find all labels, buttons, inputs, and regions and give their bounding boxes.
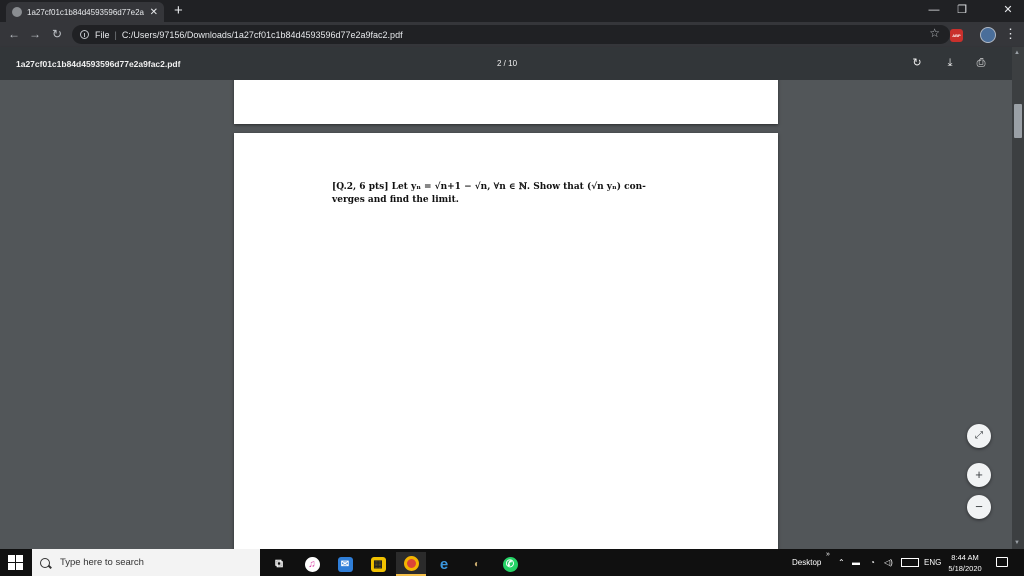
download-icon[interactable]: ⤓ xyxy=(943,56,957,70)
clock-time: 8:44 AM xyxy=(951,553,979,562)
rotate-icon[interactable]: ↻ xyxy=(910,56,924,70)
question-line-1: [Q.2, 6 pts] Let yₙ = √n+1 − √n, ∀n ∈ ℕ.… xyxy=(332,182,646,192)
browser-menu-icon[interactable]: ⋮ xyxy=(1004,26,1017,42)
wifi-icon[interactable]: ◔ xyxy=(870,558,875,567)
edge-icon[interactable]: e xyxy=(429,552,459,576)
tab-title: 1a27cf01c1b84d4593596d77e2a xyxy=(27,7,144,17)
zoom-in-button[interactable]: + xyxy=(967,463,991,487)
tab-strip: 1a27cf01c1b84d4593596d77e2a ✕ + — ❐ ✕ xyxy=(0,0,1024,22)
league-client-icon[interactable]: ◐ xyxy=(462,552,492,576)
minimize-button[interactable]: — xyxy=(924,2,944,18)
toolbar-overflow-icon[interactable]: » xyxy=(826,551,830,558)
print-icon[interactable]: ⎙ xyxy=(974,56,988,70)
zoom-out-button[interactable]: − xyxy=(967,495,991,519)
notification-center-icon[interactable] xyxy=(996,557,1008,567)
question-line-2: verges and find the limit. xyxy=(332,195,459,205)
chrome-icon[interactable] xyxy=(396,552,426,576)
battery-icon[interactable]: ▬ xyxy=(852,558,860,567)
store-icon[interactable]: ▦ xyxy=(363,552,393,576)
windows-start-icon[interactable] xyxy=(8,555,23,570)
language-indicator[interactable]: ENG xyxy=(924,558,941,567)
itunes-icon[interactable]: ♫ xyxy=(297,552,327,576)
show-hidden-icons-icon[interactable]: ⌃ xyxy=(838,558,845,567)
omnibox-separator: | xyxy=(114,29,117,40)
pdf-filename: 1a27cf01c1b84d4593596d77e2a9fac2.pdf xyxy=(16,59,181,69)
scroll-thumb[interactable] xyxy=(1014,104,1022,138)
search-icon xyxy=(40,557,50,568)
clock-date: 5/18/2020 xyxy=(948,564,982,573)
fit-to-page-button[interactable]: ⤢ xyxy=(967,424,991,448)
forward-button[interactable]: → xyxy=(27,26,43,42)
back-button[interactable]: ← xyxy=(6,26,22,42)
address-bar[interactable]: File | C:/Users/97156/Downloads/1a27cf01… xyxy=(72,25,950,44)
restore-button[interactable]: ❐ xyxy=(952,2,972,18)
page-indicator: 2 / 10 xyxy=(497,59,518,68)
windows-taskbar: Type here to search ⧉ ♫ ✉ ▦ e ◐ ✆ Deskto… xyxy=(0,549,1024,576)
question-text: [Q.2, 6 pts] Let yₙ = √n+1 − √n, ∀n ∈ ℕ.… xyxy=(332,181,682,207)
taskbar-clock[interactable]: 8:44 AM 5/18/2020 xyxy=(944,552,986,574)
pdf-page-1 xyxy=(234,80,778,124)
task-view-icon[interactable]: ⧉ xyxy=(264,552,294,576)
tab-close-button[interactable]: ✕ xyxy=(150,7,158,18)
close-window-button[interactable]: ✕ xyxy=(998,2,1018,18)
scroll-up-arrow-icon[interactable]: ▲ xyxy=(1014,50,1020,56)
scroll-down-arrow-icon[interactable]: ▼ xyxy=(1014,540,1020,546)
bookmark-star-icon[interactable]: ☆ xyxy=(929,26,940,40)
vertical-scrollbar[interactable]: ▲ ▼ xyxy=(1012,47,1024,549)
mail-icon[interactable]: ✉ xyxy=(330,552,360,576)
browser-tab[interactable]: 1a27cf01c1b84d4593596d77e2a ✕ xyxy=(6,2,164,22)
new-tab-button[interactable]: + xyxy=(174,2,183,20)
reload-button[interactable]: ↻ xyxy=(49,26,65,42)
profile-avatar[interactable] xyxy=(980,27,996,43)
taskbar-search-input[interactable]: Type here to search xyxy=(32,549,260,576)
keyboard-icon[interactable] xyxy=(901,558,919,567)
info-icon[interactable] xyxy=(80,30,89,39)
adblock-extension-icon[interactable]: ABP xyxy=(950,29,963,42)
browser-toolbar: ← → ↻ File | C:/Users/97156/Downloads/1a… xyxy=(0,22,1024,47)
scheme-label: File xyxy=(95,29,110,40)
desktop-toolbar-label[interactable]: Desktop xyxy=(792,558,821,567)
globe-icon xyxy=(12,7,22,17)
pdf-page-2: [Q.2, 6 pts] Let yₙ = √n+1 − √n, ∀n ∈ ℕ.… xyxy=(234,133,778,549)
volume-icon[interactable]: ◁) xyxy=(884,558,893,567)
search-placeholder: Type here to search xyxy=(60,557,144,568)
pdf-viewer[interactable]: [Q.2, 6 pts] Let yₙ = √n+1 − √n, ∀n ∈ ℕ.… xyxy=(0,80,1012,549)
pdf-toolbar: 1a27cf01c1b84d4593596d77e2a9fac2.pdf 2 /… xyxy=(0,47,1024,80)
whatsapp-icon[interactable]: ✆ xyxy=(495,552,525,576)
url-text[interactable]: C:/Users/97156/Downloads/1a27cf01c1b84d4… xyxy=(122,30,403,40)
